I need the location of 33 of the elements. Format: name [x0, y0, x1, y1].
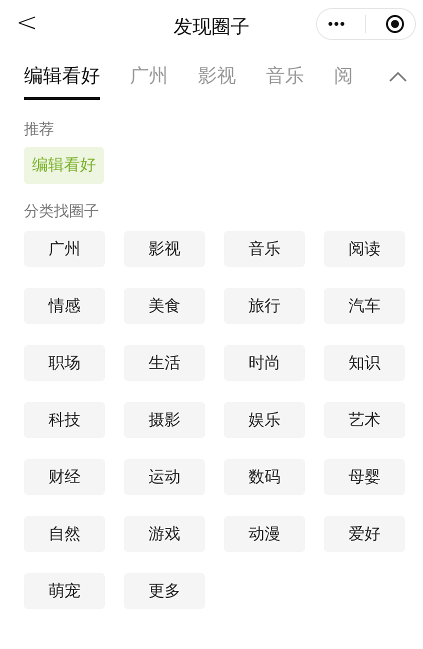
- category-chip[interactable]: 游戏: [124, 516, 205, 552]
- category-chip[interactable]: 汽车: [324, 288, 405, 324]
- collapse-icon[interactable]: [388, 71, 408, 83]
- category-chip[interactable]: 母婴: [324, 459, 405, 495]
- category-chip[interactable]: 广州: [24, 231, 105, 267]
- section-title: 分类找圈子: [23, 202, 100, 221]
- category-chip[interactable]: 生活: [124, 345, 205, 381]
- category-chip[interactable]: 情感: [24, 288, 105, 324]
- category-chip[interactable]: 更多: [124, 573, 205, 609]
- category-chip[interactable]: 自然: [24, 516, 105, 552]
- category-chip[interactable]: 时尚: [224, 345, 305, 381]
- category-chip[interactable]: 旅行: [224, 288, 305, 324]
- category-chip[interactable]: 运动: [124, 459, 205, 495]
- category-chip[interactable]: 影视: [124, 231, 205, 267]
- category-chip[interactable]: 爱好: [324, 516, 405, 552]
- category-chip[interactable]: 阅读: [324, 231, 405, 267]
- category-chip[interactable]: 数码: [224, 459, 305, 495]
- category-chip[interactable]: 知识: [324, 345, 405, 381]
- page-title: 发现圈子: [174, 15, 250, 40]
- more-button[interactable]: •••: [326, 18, 345, 30]
- category-chip[interactable]: 财经: [24, 459, 105, 495]
- section-title: 推荐: [23, 120, 55, 139]
- category-chip[interactable]: 职场: [24, 345, 105, 381]
- category-chip[interactable]: 科技: [24, 402, 105, 438]
- tab[interactable]: 编辑看好: [24, 63, 100, 100]
- category-chip[interactable]: 摄影: [124, 402, 205, 438]
- category-chip[interactable]: 美食: [124, 288, 205, 324]
- category-chip[interactable]: 艺术: [324, 402, 405, 438]
- category-chip[interactable]: 萌宠: [24, 573, 105, 609]
- category-chip[interactable]: 娱乐: [224, 402, 305, 438]
- back-button[interactable]: <: [16, 8, 38, 38]
- category-chip[interactable]: 动漫: [224, 516, 305, 552]
- category-chip[interactable]: 音乐: [224, 231, 305, 267]
